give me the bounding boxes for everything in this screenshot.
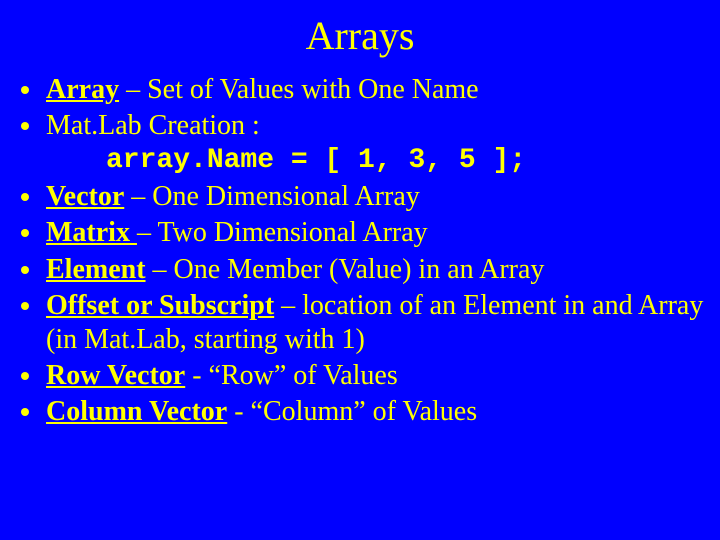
term: Array xyxy=(46,74,119,105)
slide: Arrays Array – Set of Values with One Na… xyxy=(0,0,720,540)
term: Matrix xyxy=(46,217,137,248)
definition: - “Row” of Values xyxy=(185,360,398,391)
list-item: Element – One Member (Value) in an Array xyxy=(44,253,706,287)
list-item: Offset or Subscript – location of an Ele… xyxy=(44,289,706,357)
definition: – Set of Values with One Name xyxy=(119,74,479,105)
definition: - “Column” of Values xyxy=(227,396,477,427)
list-item: Row Vector - “Row” of Values xyxy=(44,359,706,393)
page-title: Arrays xyxy=(14,12,706,59)
list-item: Column Vector - “Column” of Values xyxy=(44,395,706,429)
bullet-list: Array – Set of Values with One Name Mat.… xyxy=(14,73,706,429)
plain-text: Mat.Lab Creation : xyxy=(46,110,260,141)
list-item: Mat.Lab Creation : array.Name = [ 1, 3, … xyxy=(44,109,706,178)
definition: – Two Dimensional Array xyxy=(137,217,428,248)
definition: – One Dimensional Array xyxy=(124,181,420,212)
list-item: Array – Set of Values with One Name xyxy=(44,73,706,107)
definition: – One Member (Value) in an Array xyxy=(146,254,545,285)
term: Row Vector xyxy=(46,360,185,391)
list-item: Matrix – Two Dimensional Array xyxy=(44,216,706,250)
list-item: Vector – One Dimensional Array xyxy=(44,180,706,214)
term: Offset or Subscript xyxy=(46,290,274,321)
term: Element xyxy=(46,254,146,285)
term: Vector xyxy=(46,181,124,212)
term: Column Vector xyxy=(46,396,227,427)
code-line: array.Name = [ 1, 3, 5 ]; xyxy=(106,143,706,178)
